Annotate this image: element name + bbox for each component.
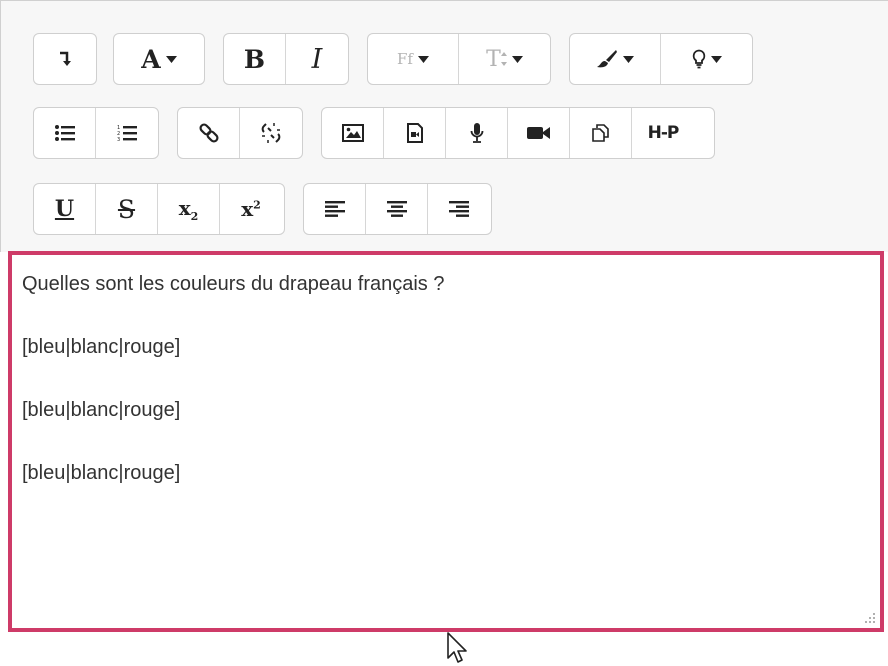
brush-icon (597, 50, 617, 68)
caret-down-icon (623, 55, 634, 63)
insert-image-button[interactable] (322, 108, 384, 158)
question-text: Quelles sont les couleurs du drapeau fra… (22, 273, 445, 295)
text-editor: A B I Ff T 1 2 3 H-P U S x2 x2 Quelles s… (0, 0, 888, 640)
link-icon (198, 123, 219, 143)
underline-label: U (54, 196, 75, 222)
h5p-button[interactable]: H-P (632, 108, 694, 158)
text-format-group: U S x2 x2 (33, 183, 285, 235)
font-color-group: A (113, 33, 205, 85)
font-size-label: T (486, 46, 501, 72)
italic-label: I (311, 43, 323, 75)
caret-down-icon (417, 55, 429, 63)
caret-down-icon (165, 55, 177, 63)
font-color-button[interactable]: A (114, 34, 204, 84)
unlink-icon (261, 123, 281, 143)
answer-line-2: [bleu|blanc|rouge] (22, 399, 181, 421)
align-left-icon (324, 201, 345, 217)
media-group: H-P (321, 107, 715, 159)
font-family-button[interactable]: Ff (368, 34, 459, 84)
style-group (569, 33, 753, 85)
underline-button[interactable]: U (34, 184, 96, 234)
paragraph-style-button[interactable] (34, 34, 96, 84)
manage-files-button[interactable] (570, 108, 632, 158)
align-right-icon (449, 201, 469, 217)
editor-content-area[interactable]: Quelles sont les couleurs du drapeau fra… (8, 251, 884, 632)
unlink-button[interactable] (240, 108, 302, 158)
lightbulb-button[interactable] (661, 34, 752, 84)
video-camera-icon (526, 127, 550, 139)
font-group: Ff T (367, 33, 551, 85)
answer-line-3: [bleu|blanc|rouge] (22, 462, 181, 484)
link-button[interactable] (178, 108, 240, 158)
font-size-button[interactable]: T (459, 34, 550, 84)
microphone-icon (470, 123, 483, 143)
align-center-icon (386, 201, 407, 217)
image-icon (341, 124, 364, 142)
paragraph-style-icon (60, 51, 71, 66)
h5p-label: H-P (647, 123, 680, 143)
svg-text:3: 3 (117, 137, 120, 142)
caret-down-icon (511, 55, 523, 63)
copy-files-icon (591, 124, 609, 142)
lightbulb-icon (692, 49, 705, 69)
size-arrows-icon (500, 52, 507, 66)
bold-label: B (243, 44, 266, 74)
insert-media-button[interactable] (384, 108, 446, 158)
mouse-pointer-icon (447, 632, 467, 663)
strikethrough-button[interactable]: S (96, 184, 158, 234)
numbered-list-icon: 1 2 3 (117, 125, 137, 142)
media-icon (406, 123, 423, 143)
link-group (177, 107, 303, 159)
italic-button[interactable]: I (286, 34, 348, 84)
record-video-button[interactable] (508, 108, 570, 158)
bold-button[interactable]: B (224, 34, 286, 84)
editor-toolbar: A B I Ff T 1 2 3 H-P U S x2 x2 (0, 0, 888, 252)
bold-italic-group: B I (223, 33, 349, 85)
brush-button[interactable] (570, 34, 661, 84)
numbered-list-button[interactable]: 1 2 3 (96, 108, 158, 158)
bullet-list-button[interactable] (34, 108, 96, 158)
font-color-label: A (141, 44, 161, 74)
subscript-button[interactable]: x2 (158, 184, 220, 234)
paragraph-group (33, 33, 97, 85)
superscript-label: x2 (241, 197, 261, 221)
subscript-label: x2 (178, 195, 199, 223)
align-left-button[interactable] (304, 184, 366, 234)
list-group: 1 2 3 (33, 107, 159, 159)
record-audio-button[interactable] (446, 108, 508, 158)
answer-line-1: [bleu|blanc|rouge] (22, 336, 181, 358)
resize-handle-icon[interactable] (864, 612, 876, 624)
font-family-label: Ff (397, 50, 413, 68)
superscript-button[interactable]: x2 (220, 184, 282, 234)
strikethrough-label: S (117, 194, 136, 224)
bullet-list-icon (54, 125, 75, 141)
caret-down-icon (710, 55, 722, 63)
align-center-button[interactable] (366, 184, 428, 234)
align-right-button[interactable] (428, 184, 490, 234)
alignment-group (303, 183, 492, 235)
